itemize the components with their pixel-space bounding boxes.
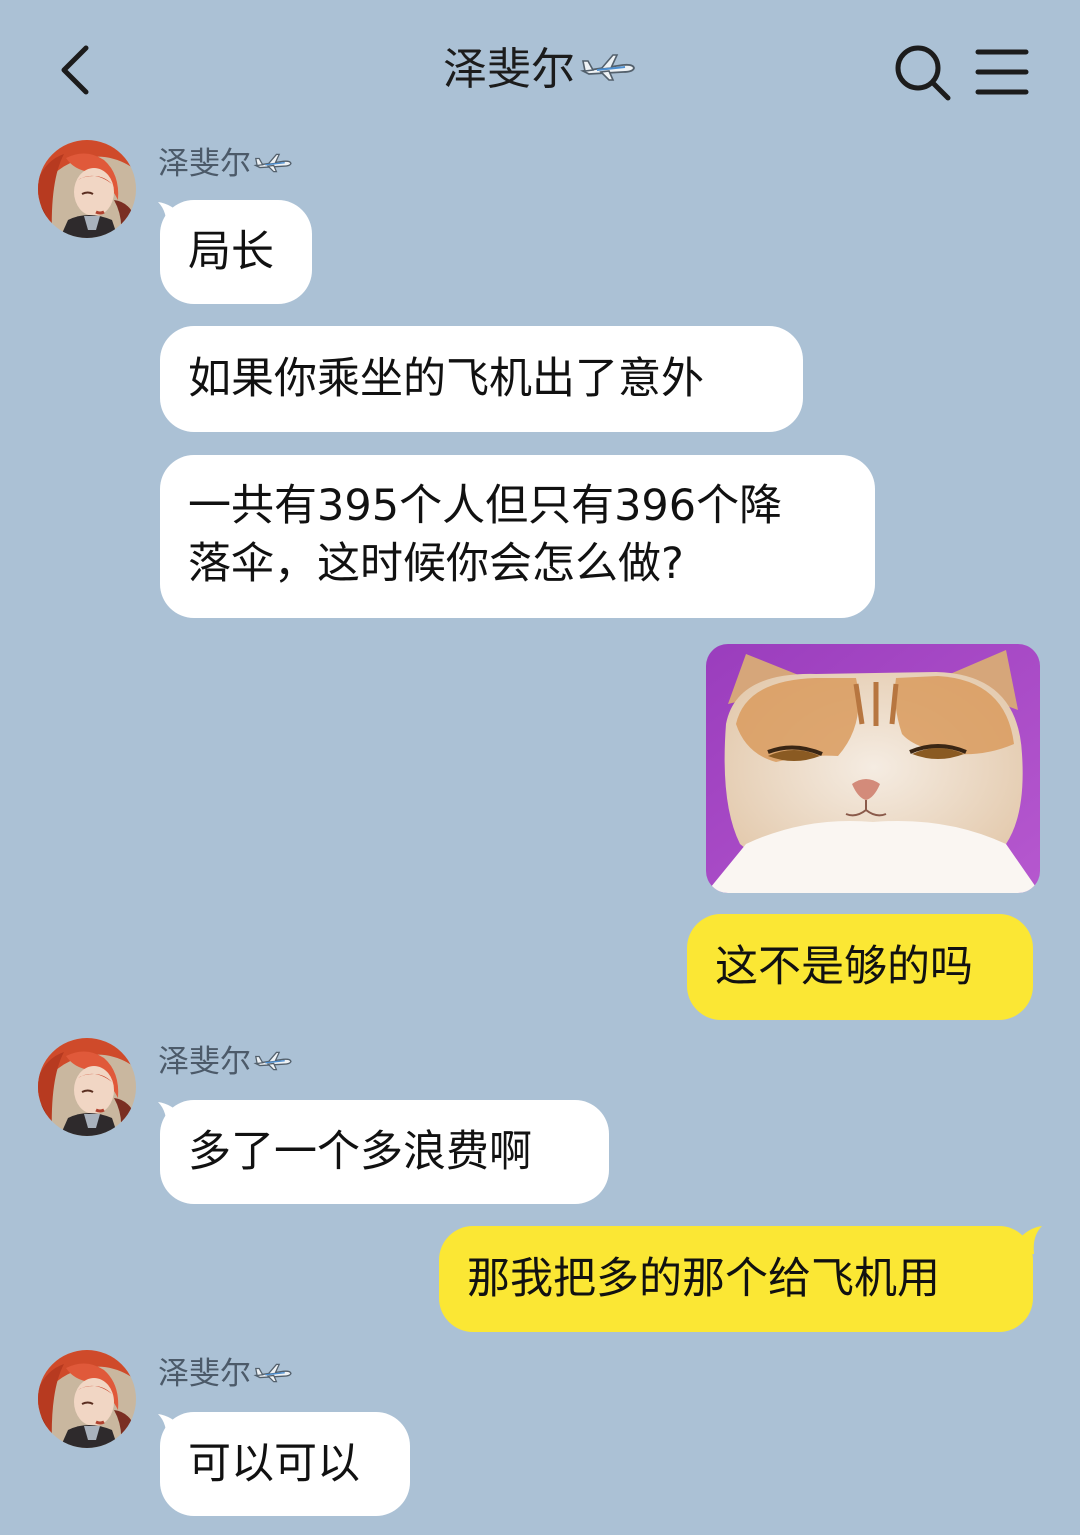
avatar-image	[38, 1350, 136, 1448]
message-bubble[interactable]: 这不是够的吗	[687, 914, 1033, 1020]
cat-face-sticker	[706, 644, 1040, 893]
message-text: 如果你乘坐的飞机出了意外	[188, 354, 704, 404]
message-bubble[interactable]: 如果你乘坐的飞机出了意外	[160, 326, 803, 432]
message-text: 可以可以	[188, 1439, 360, 1489]
airplane-icon	[253, 1042, 293, 1082]
message-text: 局长	[188, 227, 274, 277]
message-bubble[interactable]: 一共有395个人但只有396个降 落伞，这时候你会怎么做?	[160, 455, 875, 618]
message-bubble[interactable]: 那我把多的那个给飞机用	[439, 1226, 1033, 1332]
airplane-icon	[253, 144, 293, 184]
message-bubble[interactable]: 局长	[160, 200, 312, 304]
contact-avatar[interactable]	[38, 1038, 136, 1136]
message-bubble[interactable]: 多了一个多浪费啊	[160, 1100, 609, 1204]
message-text-line: 落伞，这时候你会怎么做?	[188, 539, 684, 589]
sender-name: 泽斐尔	[158, 144, 293, 184]
airplane-icon	[253, 1354, 293, 1394]
menu-button[interactable]	[970, 40, 1034, 104]
message-text: 那我把多的那个给飞机用	[467, 1254, 940, 1304]
sender-name-text: 泽斐尔	[158, 146, 251, 182]
sender-name: 泽斐尔	[158, 1042, 293, 1082]
message-text: 多了一个多浪费啊	[188, 1127, 532, 1177]
message-text: 这不是够的吗	[715, 942, 973, 992]
search-button[interactable]	[890, 40, 954, 104]
sender-name-text: 泽斐尔	[158, 1356, 251, 1392]
sender-name-text: 泽斐尔	[158, 1044, 251, 1080]
avatar-image	[38, 1038, 136, 1136]
search-icon	[895, 45, 951, 101]
avatar-image	[38, 140, 136, 238]
airplane-icon	[579, 37, 637, 101]
cat-sticker[interactable]	[706, 644, 1040, 893]
contact-avatar[interactable]	[38, 1350, 136, 1448]
message-text-line: 一共有395个人但只有396个降	[188, 481, 783, 531]
contact-avatar[interactable]	[38, 140, 136, 238]
message-bubble[interactable]: 可以可以	[160, 1412, 410, 1516]
menu-icon	[975, 49, 1029, 95]
chat-header: 泽斐尔	[0, 0, 1080, 140]
sender-name: 泽斐尔	[158, 1354, 293, 1394]
chat-title-text: 泽斐尔	[443, 44, 575, 95]
